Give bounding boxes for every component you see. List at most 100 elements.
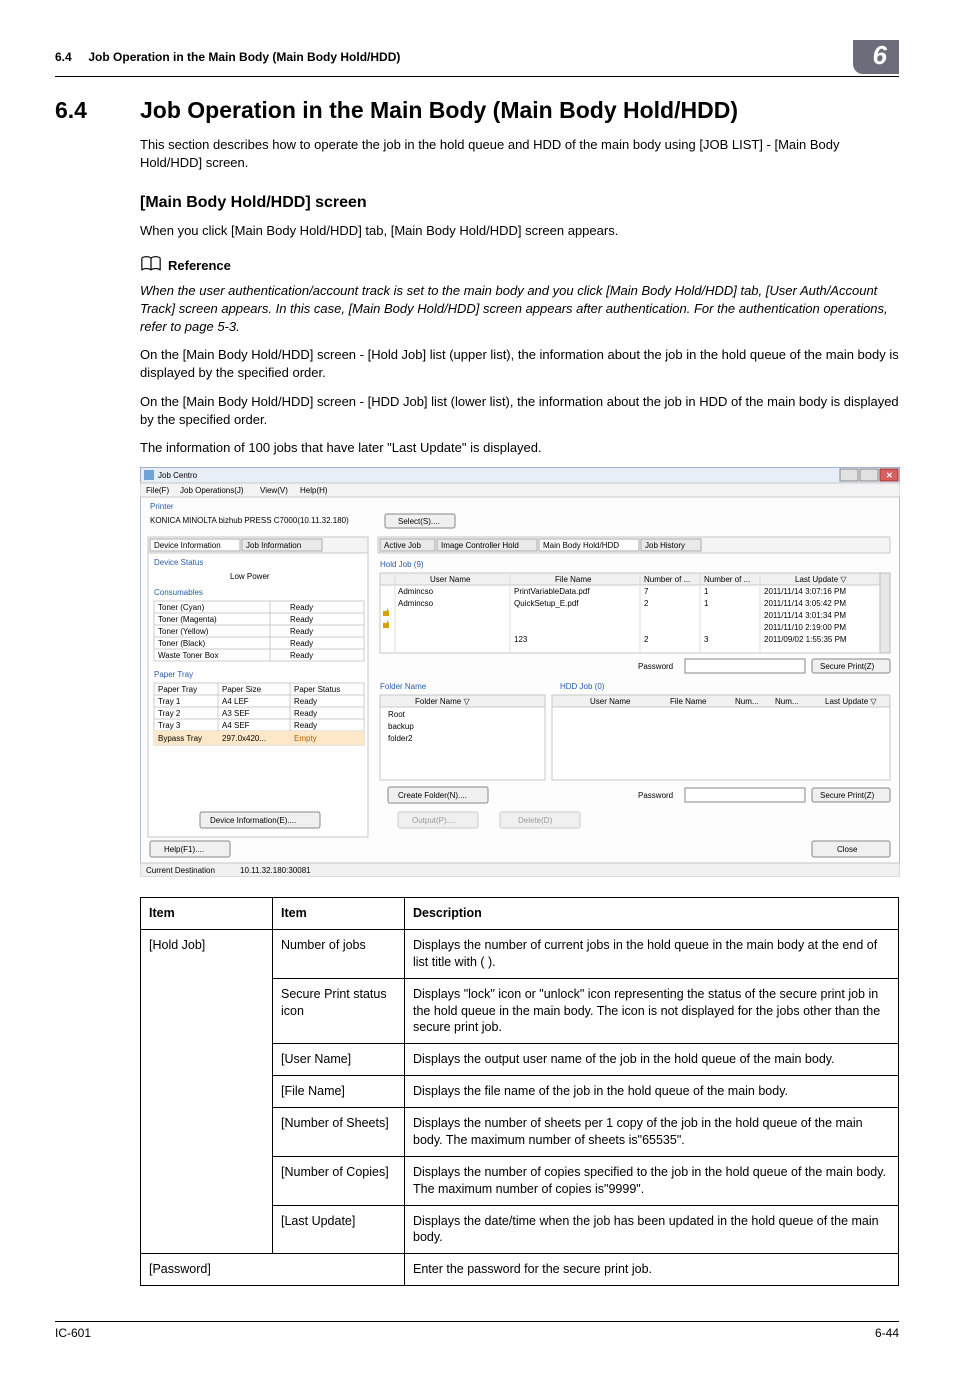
svg-text:File Name: File Name <box>555 575 592 584</box>
svg-text:User Name: User Name <box>430 575 471 584</box>
printer-label: Printer <box>150 502 174 511</box>
low-power-label: Low Power <box>230 572 270 581</box>
svg-text:Ready: Ready <box>294 721 317 730</box>
secure-print-button-1[interactable]: Secure Print(Z) <box>820 662 875 671</box>
svg-text:File Name: File Name <box>670 697 707 706</box>
svg-text:Number of ...: Number of ... <box>644 575 690 584</box>
folder-item[interactable]: folder2 <box>388 734 413 743</box>
svg-text:Paper Tray: Paper Tray <box>158 685 197 694</box>
create-folder-button[interactable]: Create Folder(N).... <box>398 791 467 800</box>
hold-job-label: Hold Job (9) <box>380 560 424 569</box>
sub1-paragraph: When you click [Main Body Hold/HDD] tab,… <box>140 222 899 240</box>
password-input-2[interactable] <box>685 788 805 802</box>
password-label-2: Password <box>638 791 673 800</box>
svg-text:3: 3 <box>704 635 709 644</box>
tab-device-info[interactable]: Device Information <box>154 541 221 550</box>
header-left: 6.4 Job Operation in the Main Body (Main… <box>55 50 400 64</box>
reference-body: When the user authentication/account tra… <box>140 282 899 337</box>
section-heading-text: Job Operation in the Main Body (Main Bod… <box>140 97 738 124</box>
svg-text:Waste Toner Box: Waste Toner Box <box>158 651 218 660</box>
svg-text:Ready: Ready <box>290 627 313 636</box>
help-button[interactable]: Help(F1).... <box>164 845 204 854</box>
svg-text:Tray 3: Tray 3 <box>158 721 181 730</box>
menu-help[interactable]: Help(H) <box>300 486 328 495</box>
tab-job-info[interactable]: Job Information <box>246 541 301 550</box>
svg-text:Paper Status: Paper Status <box>294 685 340 694</box>
svg-text:Bypass Tray: Bypass Tray <box>158 734 202 743</box>
close-button[interactable]: Close <box>837 845 858 854</box>
folder-item[interactable]: Root <box>388 710 406 719</box>
scrollbar[interactable] <box>880 573 890 653</box>
svg-text:Number of ...: Number of ... <box>704 575 750 584</box>
menu-jobop[interactable]: Job Operations(J) <box>180 486 244 495</box>
device-info-button[interactable]: Device Information(E).... <box>210 816 296 825</box>
svg-text:Toner (Cyan): Toner (Cyan) <box>158 603 205 612</box>
password-label-1: Password <box>638 662 673 671</box>
footer-right: 6-44 <box>875 1326 899 1340</box>
tab-job-history[interactable]: Job History <box>645 541 685 550</box>
svg-text:Num...: Num... <box>735 697 759 706</box>
svg-text:1: 1 <box>704 587 709 596</box>
svg-text:Toner (Yellow): Toner (Yellow) <box>158 627 209 636</box>
select-button[interactable]: Select(S).... <box>398 517 440 526</box>
header-section-title: Job Operation in the Main Body (Main Bod… <box>88 50 400 64</box>
table-row: [Hold Job] Number of jobs Displays the n… <box>141 929 899 978</box>
svg-text:2: 2 <box>644 599 649 608</box>
svg-text:Admincso: Admincso <box>398 587 434 596</box>
svg-text:QuickSetup_E.pdf: QuickSetup_E.pdf <box>514 599 579 608</box>
svg-text:Last Update ▽: Last Update ▽ <box>825 697 877 706</box>
close-x-icon[interactable]: ✕ <box>886 471 893 480</box>
menu-file[interactable]: File(F) <box>146 486 169 495</box>
th-item-1: Item <box>141 898 273 930</box>
status-bar-label: Current Destination <box>146 866 215 875</box>
svg-text:Num...: Num... <box>775 697 799 706</box>
svg-text:2011/09/02 1:55:35 PM: 2011/09/02 1:55:35 PM <box>764 635 847 644</box>
svg-text:Ready: Ready <box>290 651 313 660</box>
reference-block-header: Reference <box>140 255 899 276</box>
th-item-2: Item <box>273 898 405 930</box>
svg-text:Tray 1: Tray 1 <box>158 697 181 706</box>
svg-text:123: 123 <box>514 635 528 644</box>
svg-text:7: 7 <box>644 587 649 596</box>
status-bar-value: 10.11.32.180:30081 <box>240 866 311 875</box>
svg-text:297.0x420...: 297.0x420... <box>222 734 266 743</box>
svg-text:Last Update ▽: Last Update ▽ <box>795 575 847 584</box>
svg-text:Ready: Ready <box>294 697 317 706</box>
tab-main-body[interactable]: Main Body Hold/HDD <box>543 541 619 550</box>
svg-text:Folder Name ▽: Folder Name ▽ <box>415 697 470 706</box>
password-input-1[interactable] <box>685 659 805 673</box>
svg-text:Ready: Ready <box>294 709 317 718</box>
svg-text:Empty: Empty <box>294 734 317 743</box>
menu-view[interactable]: View(V) <box>260 486 288 495</box>
table-row: [Password] Enter the password for the se… <box>141 1254 899 1286</box>
svg-text:Ready: Ready <box>290 603 313 612</box>
footer-left: IC-601 <box>55 1326 91 1340</box>
svg-text:User Name: User Name <box>590 697 631 706</box>
paragraph-3: On the [Main Body Hold/HDD] screen - [HD… <box>140 393 899 429</box>
svg-text:Ready: Ready <box>290 639 313 648</box>
tab-active-job[interactable]: Active Job <box>384 541 421 550</box>
svg-text:2011/11/14 3:01:34 PM: 2011/11/14 3:01:34 PM <box>764 611 846 620</box>
output-button: Output(P).... <box>412 816 456 825</box>
screenshot-figure: Job Centro ✕ File(F) Job Operations(J) V… <box>140 467 899 877</box>
svg-text:Ready: Ready <box>290 615 313 624</box>
folder-item[interactable]: backup <box>388 722 414 731</box>
folder-name-label: Folder Name <box>380 682 427 691</box>
section-title: 6.4 Job Operation in the Main Body (Main… <box>55 97 899 124</box>
th-description: Description <box>405 898 899 930</box>
svg-text:PrintVariableData.pdf: PrintVariableData.pdf <box>514 587 590 596</box>
section-number: 6.4 <box>55 97 140 124</box>
tab-image-ctrl[interactable]: Image Controller Hold <box>441 541 519 550</box>
svg-text:A4 LEF: A4 LEF <box>222 697 249 706</box>
page-header: 6.4 Job Operation in the Main Body (Main… <box>55 40 899 77</box>
svg-text:2: 2 <box>644 635 649 644</box>
reference-label: Reference <box>168 258 231 273</box>
description-table: Item Item Description [Hold Job] Number … <box>140 897 899 1286</box>
hdd-job-label: HDD Job (0) <box>560 682 605 691</box>
window-title: Job Centro <box>158 471 198 480</box>
svg-text:1: 1 <box>704 599 709 608</box>
consumables-label: Consumables <box>154 588 203 597</box>
secure-print-button-2[interactable]: Secure Print(Z) <box>820 791 875 800</box>
page-footer: IC-601 6-44 <box>55 1321 899 1340</box>
paper-tray-label: Paper Tray <box>154 670 193 679</box>
